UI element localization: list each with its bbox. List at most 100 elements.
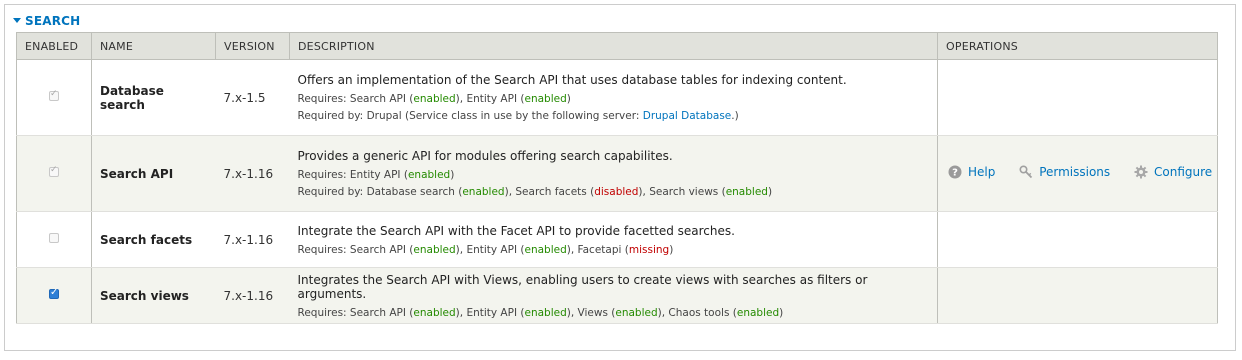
permissions-link[interactable]: Permissions xyxy=(1019,165,1110,179)
module-name: Database search xyxy=(100,83,164,112)
dependency-status: enabled xyxy=(407,169,451,181)
configure-label: Configure xyxy=(1154,165,1213,179)
dependent-status: enabled xyxy=(725,186,768,198)
table-row: Search facets 7.x-1.16 Integrate the Sea… xyxy=(16,211,1218,268)
version-cell: 7.x-1.16 xyxy=(215,135,290,212)
dependency-status: enabled xyxy=(413,306,456,319)
help-link[interactable]: ? Help xyxy=(948,165,995,179)
description-cell: Integrate the Search API with the Facet … xyxy=(289,211,938,268)
module-name: Search API xyxy=(100,166,174,181)
key-icon xyxy=(1019,165,1033,179)
column-header-operations: OPERATIONS xyxy=(937,32,1218,60)
required-by-line: Required by: Drupal (Service class in us… xyxy=(298,110,930,122)
dependency-name: Views xyxy=(577,306,608,319)
required-by-label: Required by: xyxy=(297,186,364,198)
version-cell: 7.x-1.16 xyxy=(215,267,290,324)
enabled-cell xyxy=(16,59,92,136)
svg-text:?: ? xyxy=(952,168,958,179)
module-version: 7.x-1.16 xyxy=(223,166,274,181)
requires-line: Requires: Search API (enabled), Entity A… xyxy=(297,243,674,256)
dependency-status: enabled xyxy=(524,306,567,319)
requires-line: Requires: Search API (enabled), Entity A… xyxy=(297,93,571,105)
permissions-label: Permissions xyxy=(1039,165,1111,179)
enabled-cell xyxy=(16,211,92,268)
section-title: SEARCH xyxy=(25,14,81,28)
module-description: Provides a generic API for modules offer… xyxy=(297,149,673,163)
module-name: Search facets xyxy=(100,232,193,247)
requires-label: Requires: xyxy=(297,169,347,181)
required-by-line: Required by: Database search (enabled), … xyxy=(297,186,773,198)
dependency-name: Entity API xyxy=(466,306,518,319)
requires-label: Requires: xyxy=(297,93,347,105)
table-header-row: ENABLED NAME VERSION DESCRIPTION OPERATI… xyxy=(16,32,1218,60)
enabled-cell xyxy=(16,267,92,324)
dependent-name: Search views xyxy=(649,186,719,198)
dependency-name: Chaos tools xyxy=(668,306,730,319)
requires-label: Requires: xyxy=(297,243,347,256)
requires-label: Requires: xyxy=(297,306,347,319)
module-description: Offers an implementation of the Search A… xyxy=(297,73,847,87)
gear-icon xyxy=(1134,165,1148,179)
dependency-status: missing xyxy=(628,243,670,256)
dependency-name: Search API xyxy=(349,93,406,105)
dependent-name: Database search xyxy=(366,186,455,198)
help-label: Help xyxy=(968,165,996,179)
dependent-status: enabled xyxy=(462,186,505,198)
dependency-status: enabled xyxy=(524,243,567,256)
dependency-status: enabled xyxy=(413,243,456,256)
dependency-status: enabled xyxy=(524,93,567,105)
column-header-enabled: ENABLED xyxy=(16,32,92,60)
dependency-name: Search API xyxy=(349,243,406,256)
description-cell: Offers an implementation of the Search A… xyxy=(289,59,938,136)
module-description: Integrate the Search API with the Facet … xyxy=(297,223,735,238)
enabled-checkbox xyxy=(49,165,59,177)
dependency-status: enabled xyxy=(736,306,780,319)
dependency-name: Entity API xyxy=(466,93,518,105)
column-header-version: VERSION xyxy=(215,32,290,60)
help-circle-icon: ? xyxy=(948,165,962,179)
required-by-label: Required by: xyxy=(297,110,364,122)
operations-cell xyxy=(937,59,1218,136)
dependency-status: enabled xyxy=(615,306,658,319)
collapse-arrow-icon xyxy=(13,18,21,23)
column-header-name: NAME xyxy=(91,32,216,60)
enabled-checkbox[interactable] xyxy=(49,287,59,299)
operations-cell: ? Help Permissions Configure xyxy=(937,135,1218,212)
dependent-status: disabled xyxy=(594,186,639,198)
table-row: Search API 7.x-1.16 Provides a generic A… xyxy=(16,135,1218,212)
description-cell: Integrates the Search API with Views, en… xyxy=(289,267,938,324)
dependency-status: enabled xyxy=(413,93,456,105)
table-row: Search views 7.x-1.16 Integrates the Sea… xyxy=(16,267,1218,324)
name-cell: Search views xyxy=(91,267,216,324)
dependency-name: Facetapi xyxy=(577,243,622,256)
version-cell: 7.x-1.16 xyxy=(215,211,290,268)
dependency-name: Search API xyxy=(349,306,406,319)
section-toggle[interactable]: SEARCH xyxy=(13,14,80,28)
server-link[interactable]: Drupal Database xyxy=(643,110,732,122)
module-version: 7.x-1.16 xyxy=(223,288,274,303)
dependent-name: Search facets xyxy=(515,186,587,198)
column-header-description: DESCRIPTION xyxy=(289,32,938,60)
enabled-cell xyxy=(16,135,92,212)
requires-line: Requires: Search API (enabled), Entity A… xyxy=(297,306,784,319)
module-name: Search views xyxy=(100,288,189,303)
description-cell: Provides a generic API for modules offer… xyxy=(289,135,938,212)
operations-cell xyxy=(937,267,1218,324)
module-description: Integrates the Search API with Views, en… xyxy=(297,272,868,301)
module-version: 7.x-1.16 xyxy=(223,232,274,247)
required-by-end: .) xyxy=(731,110,739,122)
name-cell: Search API xyxy=(91,135,216,212)
operations-cell xyxy=(937,211,1218,268)
version-cell: 7.x-1.5 xyxy=(215,59,290,136)
enabled-checkbox xyxy=(49,233,59,243)
required-by-text: Drupal (Service class in use by the foll… xyxy=(366,110,640,122)
configure-link[interactable]: Configure xyxy=(1134,165,1212,179)
dependency-name: Entity API xyxy=(466,243,518,256)
enabled-checkbox xyxy=(49,89,59,101)
name-cell: Database search xyxy=(91,59,216,136)
name-cell: Search facets xyxy=(91,211,216,268)
modules-table: ENABLED NAME VERSION DESCRIPTION OPERATI… xyxy=(16,32,1218,324)
table-row: Database search 7.x-1.5 Offers an implem… xyxy=(16,59,1218,136)
module-version: 7.x-1.5 xyxy=(223,90,266,105)
requires-line: Requires: Entity API (enabled) xyxy=(297,169,455,181)
